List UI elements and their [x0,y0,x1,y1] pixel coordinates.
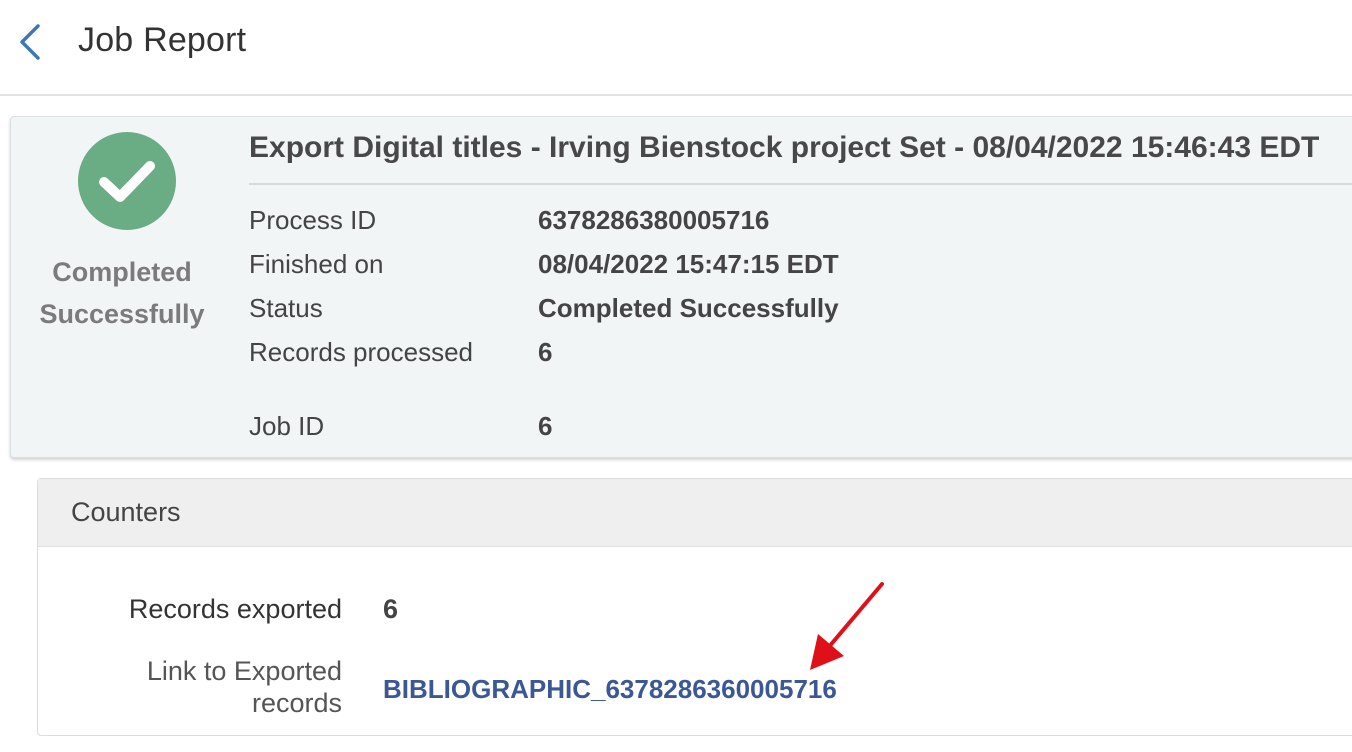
counters-header: Counters [38,479,1352,547]
finished-on-value: 08/04/2022 15:47:15 EDT [538,249,839,279]
check-circle-icon [78,132,176,230]
divider [249,183,1352,185]
job-id-value: 6 [538,411,553,441]
page-title: Job Report [78,21,247,59]
job-summary-card: Completed Successfully Export Digital ti… [10,116,1352,458]
records-processed-label: Records processed [249,337,473,367]
records-exported-value: 6 [383,594,399,624]
status-caption-line2: Successfully [39,299,205,329]
status-caption-line1: Completed [52,257,192,287]
status-value: Completed Successfully [538,293,839,323]
counters-panel: Counters Records exported 6 Link to Expo… [37,478,1352,736]
exported-link-label-line2: records [251,688,342,718]
job-title: Export Digital titles - Irving Bienstock… [249,131,1320,164]
page-header: Job Report [0,0,1352,96]
job-id-label: Job ID [249,411,325,441]
records-processed-value: 6 [538,337,553,367]
process-id-value: 6378286380005716 [538,205,770,235]
finished-on-label: Finished on [249,249,384,279]
red-arrow-icon [810,582,884,670]
chevron-left-icon [20,24,40,60]
exported-records-link[interactable]: BIBLIOGRAPHIC_6378286360005716 [383,674,837,705]
records-exported-label: Records exported [128,594,342,624]
status-label: Status [249,293,323,323]
exported-link-label: Link to Exported records [147,655,342,719]
process-id-label: Process ID [249,205,377,235]
status-caption: Completed Successfully [29,251,215,335]
counters-title: Counters [71,497,181,527]
exported-link-label-line1: Link to Exported [146,656,342,686]
back-button[interactable] [14,20,50,64]
